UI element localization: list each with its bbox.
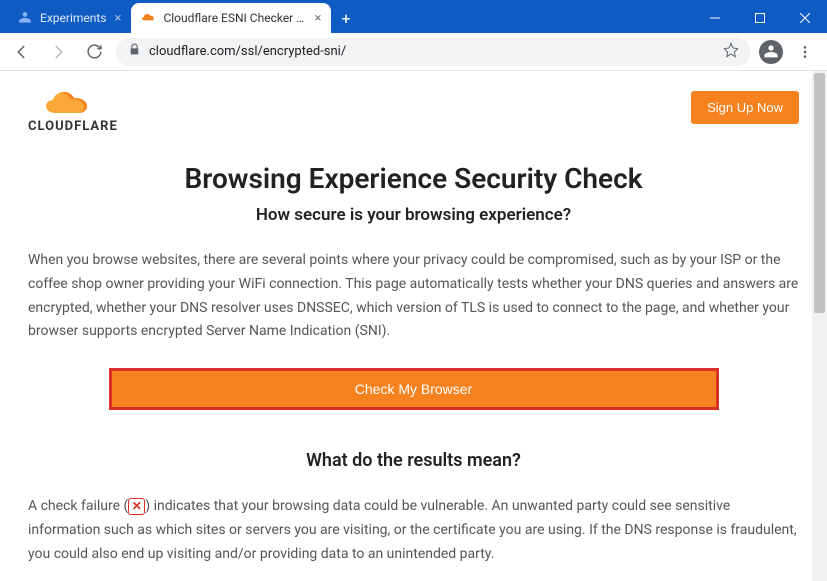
check-browser-button[interactable]: Check My Browser	[109, 368, 719, 410]
fail-icon: ✕	[128, 498, 145, 515]
signup-button[interactable]: Sign Up Now	[691, 91, 799, 124]
page-title: Browsing Experience Security Check	[28, 162, 799, 195]
close-tab-icon[interactable]: ×	[115, 11, 122, 26]
main-content: Browsing Experience Security Check How s…	[28, 162, 799, 581]
tab-title: Experiments	[40, 11, 107, 25]
forward-button[interactable]	[44, 38, 72, 66]
failure-paragraph: A check failure (✕) indicates that your …	[28, 495, 799, 566]
profile-avatar[interactable]	[759, 40, 783, 64]
new-tab-button[interactable]: +	[331, 3, 360, 33]
results-heading: What do the results mean?	[28, 450, 799, 471]
tab-title: Cloudflare ESNI Checker | Cloudfl	[163, 11, 306, 25]
scrollbar[interactable]	[812, 71, 827, 581]
scrollbar-thumb[interactable]	[814, 73, 825, 313]
url-text: cloudflare.com/ssl/encrypted-sni/	[149, 44, 346, 59]
minimize-button[interactable]	[692, 3, 737, 33]
browser-toolbar: cloudflare.com/ssl/encrypted-sni/	[0, 33, 827, 71]
intro-paragraph: When you browse websites, there are seve…	[28, 249, 799, 344]
close-window-button[interactable]	[782, 3, 827, 33]
site-header: CLOUDFLARE Sign Up Now	[28, 91, 799, 134]
page-subtitle: How secure is your browsing experience?	[28, 205, 799, 225]
page-viewport: CLOUDFLARE Sign Up Now Browsing Experien…	[0, 71, 827, 581]
tab-favicon	[18, 11, 32, 25]
logo-text: CLOUDFLARE	[28, 119, 118, 134]
window-titlebar: Experiments × Cloudflare ESNI Checker | …	[0, 0, 827, 33]
bookmark-star-icon[interactable]	[723, 42, 739, 62]
cloudflare-logo[interactable]: CLOUDFLARE	[28, 91, 118, 134]
browser-tabs: Experiments × Cloudflare ESNI Checker | …	[0, 0, 361, 33]
page-content: CLOUDFLARE Sign Up Now Browsing Experien…	[0, 71, 827, 581]
lock-icon	[128, 43, 141, 60]
window-controls	[692, 3, 827, 33]
address-bar[interactable]: cloudflare.com/ssl/encrypted-sni/	[116, 38, 751, 66]
browser-tab-cloudflare[interactable]: Cloudflare ESNI Checker | Cloudfl ×	[131, 3, 331, 33]
close-tab-icon[interactable]: ×	[315, 11, 322, 26]
back-button[interactable]	[8, 38, 36, 66]
cloud-icon	[45, 91, 101, 117]
maximize-button[interactable]	[737, 3, 782, 33]
fail-text-prefix: A check failure (	[28, 498, 128, 514]
menu-button[interactable]	[791, 38, 819, 66]
tab-favicon	[141, 11, 155, 25]
browser-tab-experiments[interactable]: Experiments ×	[8, 3, 131, 33]
reload-button[interactable]	[80, 38, 108, 66]
